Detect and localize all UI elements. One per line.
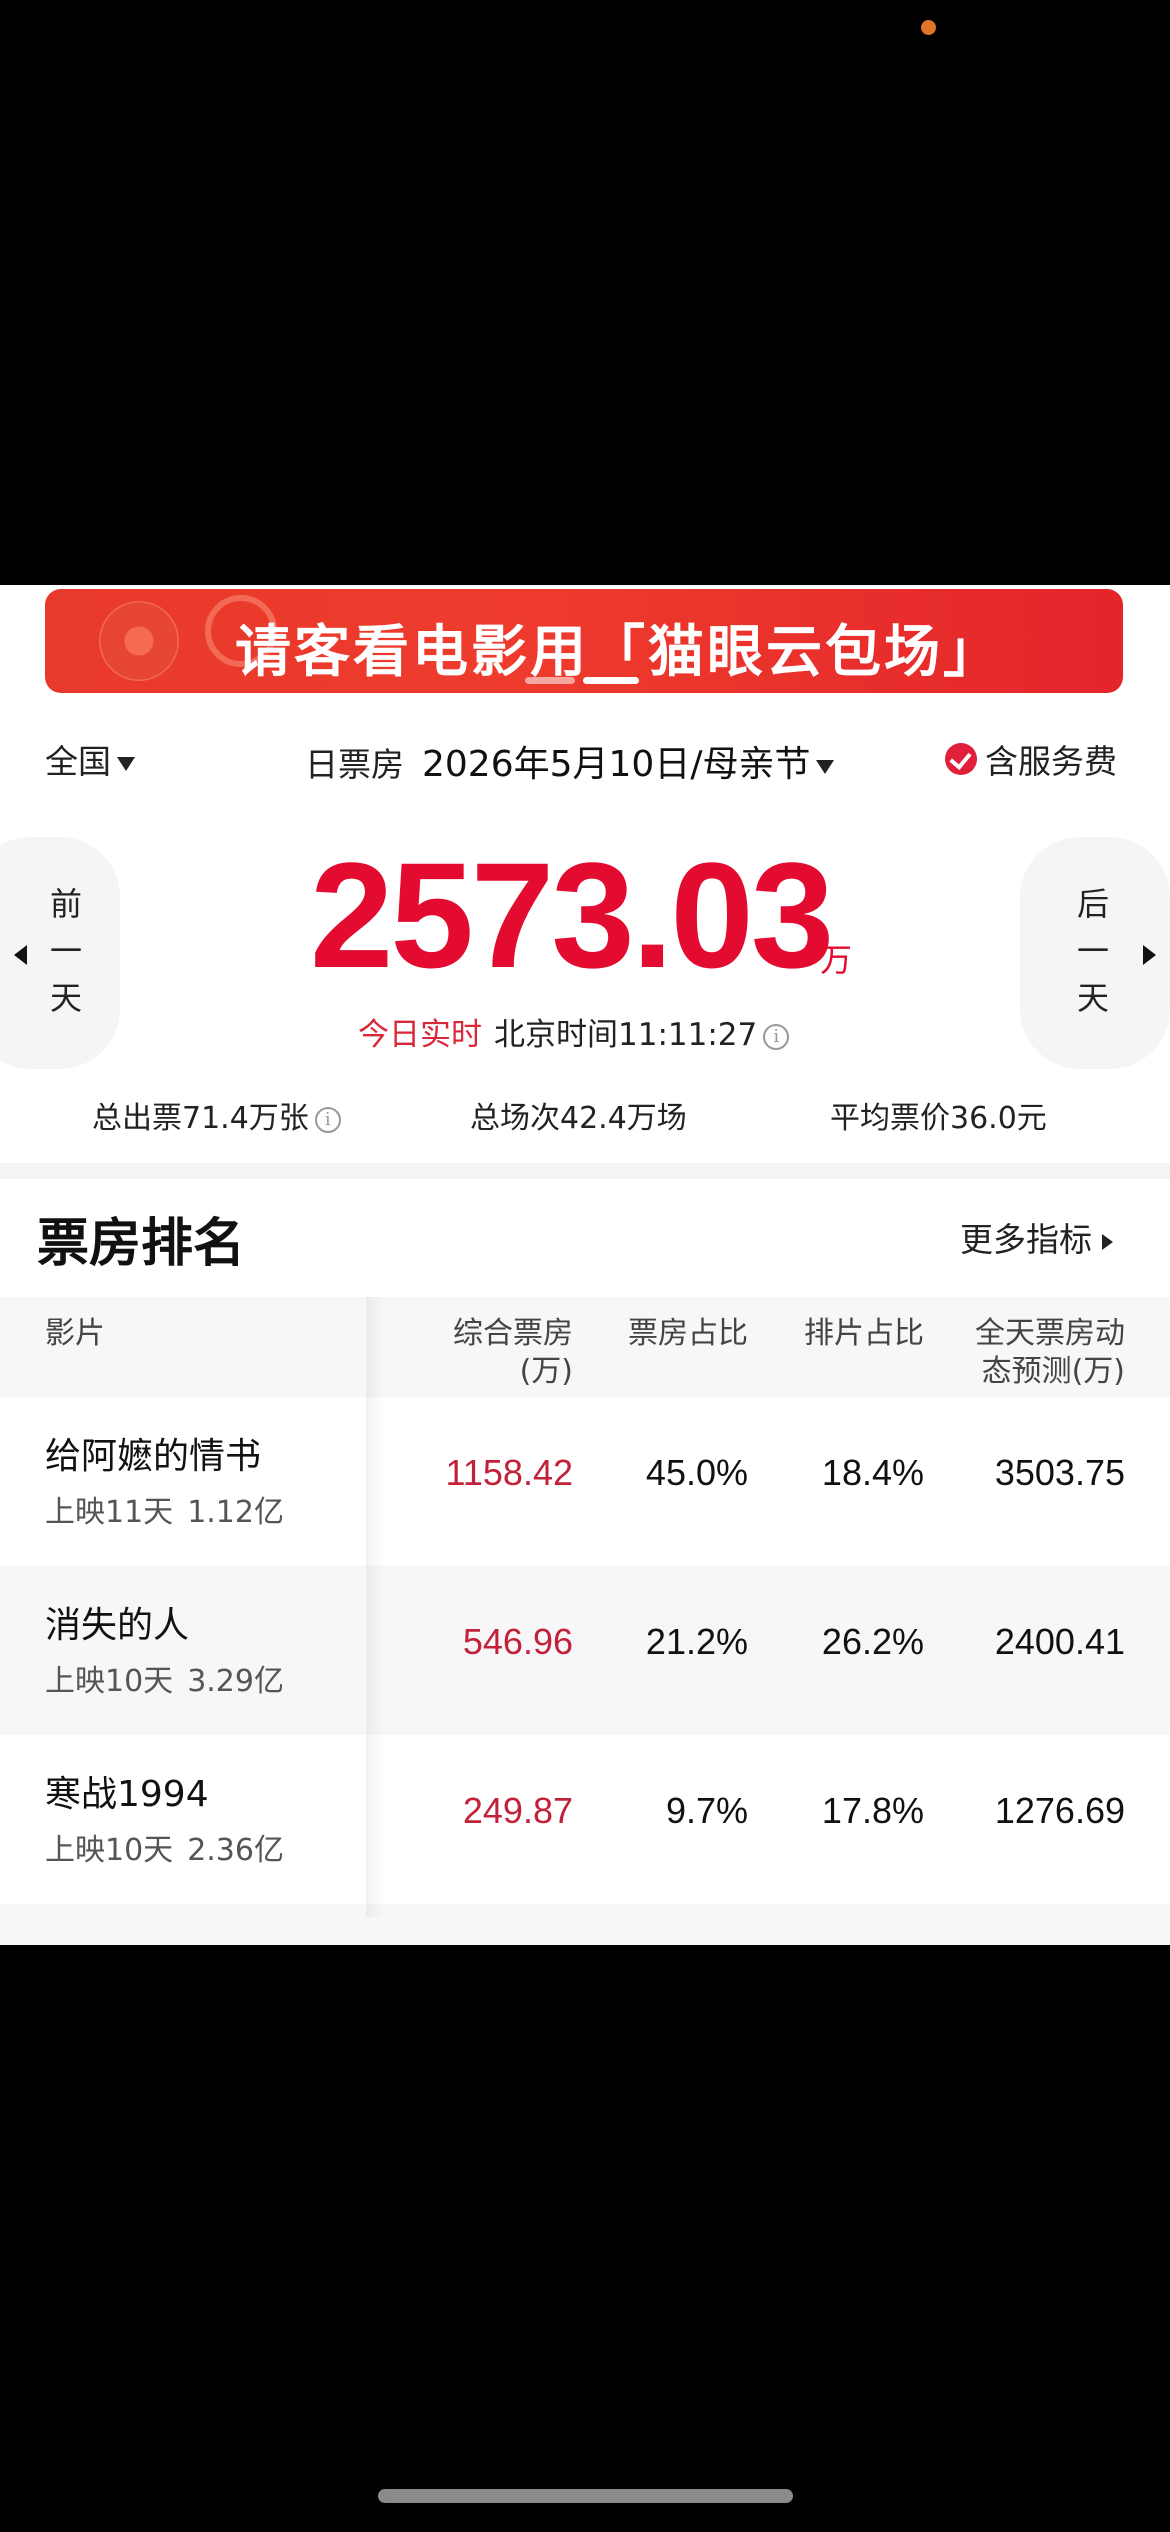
schedule-share-value: 26.2% xyxy=(821,1621,924,1662)
header-schedule-share[interactable]: 排片占比 xyxy=(804,1315,924,1353)
caret-right-icon xyxy=(1102,1233,1113,1250)
header-box-share[interactable]: 票房占比 xyxy=(628,1315,748,1353)
service-fee-label: 含服务费 xyxy=(985,742,1117,781)
film-release-info: 上映10天 2.36亿 xyxy=(45,1833,284,1868)
box-office-unit: 万 xyxy=(820,941,853,979)
film-name: 寒战1994 xyxy=(45,1774,209,1815)
total-shows: 总场次42.4万场 xyxy=(470,1101,687,1136)
region-label: 全国 xyxy=(45,742,111,781)
average-price: 平均票价36.0元 xyxy=(830,1101,1047,1136)
promo-banner[interactable]: 请客看电影用「猫眼云包场」 xyxy=(45,589,1123,693)
total-tickets: 总出票71.4万张 i xyxy=(92,1093,341,1137)
prev-day-label: 前 一 天 xyxy=(49,885,82,1017)
schedule-share-value: 18.4% xyxy=(821,1452,924,1493)
right-arrow-icon[interactable] xyxy=(1143,945,1156,965)
header-forecast[interactable]: 全天票房动 态预测(万) xyxy=(975,1315,1125,1391)
region-select[interactable]: 全国 xyxy=(45,735,135,783)
forecast-value: 1276.69 xyxy=(994,1790,1125,1831)
info-icon[interactable]: i xyxy=(763,1023,790,1050)
day-box-office-label: 日票房 xyxy=(305,745,404,784)
date-label: 2026年5月10日/母亲节 xyxy=(422,744,811,785)
film-release-info: 上映10天 3.29亿 xyxy=(45,1664,284,1699)
next-day-label: 后 一 天 xyxy=(1076,885,1109,1017)
box-office-card: 请客看电影用「猫眼云包场」 全国 日票房 2026年5月10日/母亲节 含服务费 … xyxy=(0,585,1170,1945)
left-arrow-icon[interactable] xyxy=(14,945,27,965)
sticky-column-shadow xyxy=(366,1297,384,1917)
dropdown-icon xyxy=(816,759,835,774)
table-row[interactable]: 寒战1994 上映10天 2.36亿 249.87 9.7% 17.8% 1276… xyxy=(0,1735,1170,1904)
film-reel-icon xyxy=(99,601,179,681)
film-name: 给阿嬷的情书 xyxy=(45,1436,262,1477)
ranking-title: 票房排名 xyxy=(37,1214,246,1274)
banner-text: 请客看电影用「猫眼云包场」 xyxy=(235,620,1002,685)
box-office-value: 1158.42 xyxy=(445,1452,573,1493)
header-film[interactable]: 影片 xyxy=(45,1315,105,1353)
more-metrics-button[interactable]: 更多指标 xyxy=(960,1213,1113,1261)
schedule-share-value: 17.8% xyxy=(821,1790,924,1831)
forecast-value: 2400.41 xyxy=(994,1621,1125,1662)
banner-pager xyxy=(525,677,639,684)
header-box-office[interactable]: 综合票房 (万) xyxy=(453,1315,573,1391)
section-divider xyxy=(0,1163,1170,1179)
more-metrics-label: 更多指标 xyxy=(960,1220,1092,1259)
realtime-line: 今日实时 北京时间11:11:27 i xyxy=(358,1009,790,1054)
info-icon[interactable]: i xyxy=(314,1106,341,1133)
table-row[interactable]: 消失的人 上映10天 3.29亿 546.96 21.2% 26.2% 2400.… xyxy=(0,1566,1170,1735)
check-icon xyxy=(945,743,977,775)
total-box-office: 2573.03 xyxy=(310,831,834,999)
box-share-value: 21.2% xyxy=(645,1621,748,1662)
home-indicator[interactable] xyxy=(378,2489,793,2503)
film-name: 消失的人 xyxy=(45,1605,190,1646)
pager-dot xyxy=(525,677,575,684)
box-office-value: 546.96 xyxy=(462,1621,573,1662)
dropdown-icon xyxy=(117,756,135,771)
table-header: 影片 综合票房 (万) 票房占比 排片占比 全天票房动 态预测(万) xyxy=(0,1297,1170,1397)
box-share-value: 45.0% xyxy=(645,1452,748,1493)
beijing-clock: 北京时间11:11:27 xyxy=(494,1017,758,1053)
date-select[interactable]: 日票房 2026年5月10日/母亲节 xyxy=(305,735,835,787)
box-share-value: 9.7% xyxy=(665,1790,748,1831)
forecast-value: 3503.75 xyxy=(994,1452,1125,1493)
table-row[interactable]: 给阿嬷的情书 上映11天 1.12亿 1158.42 45.0% 18.4% 35… xyxy=(0,1397,1170,1566)
service-fee-toggle[interactable]: 含服务费 xyxy=(945,735,1117,783)
film-release-info: 上映11天 1.12亿 xyxy=(45,1495,284,1530)
realtime-tag: 今日实时 xyxy=(358,1017,482,1053)
pager-dot-active xyxy=(583,677,639,684)
status-indicator-dot xyxy=(921,20,936,35)
table-row-partial[interactable] xyxy=(0,1904,1170,1945)
box-office-value: 249.87 xyxy=(462,1790,573,1831)
ranking-table: 影片 综合票房 (万) 票房占比 排片占比 全天票房动 态预测(万) 给阿嬷的情… xyxy=(0,1297,1170,1945)
